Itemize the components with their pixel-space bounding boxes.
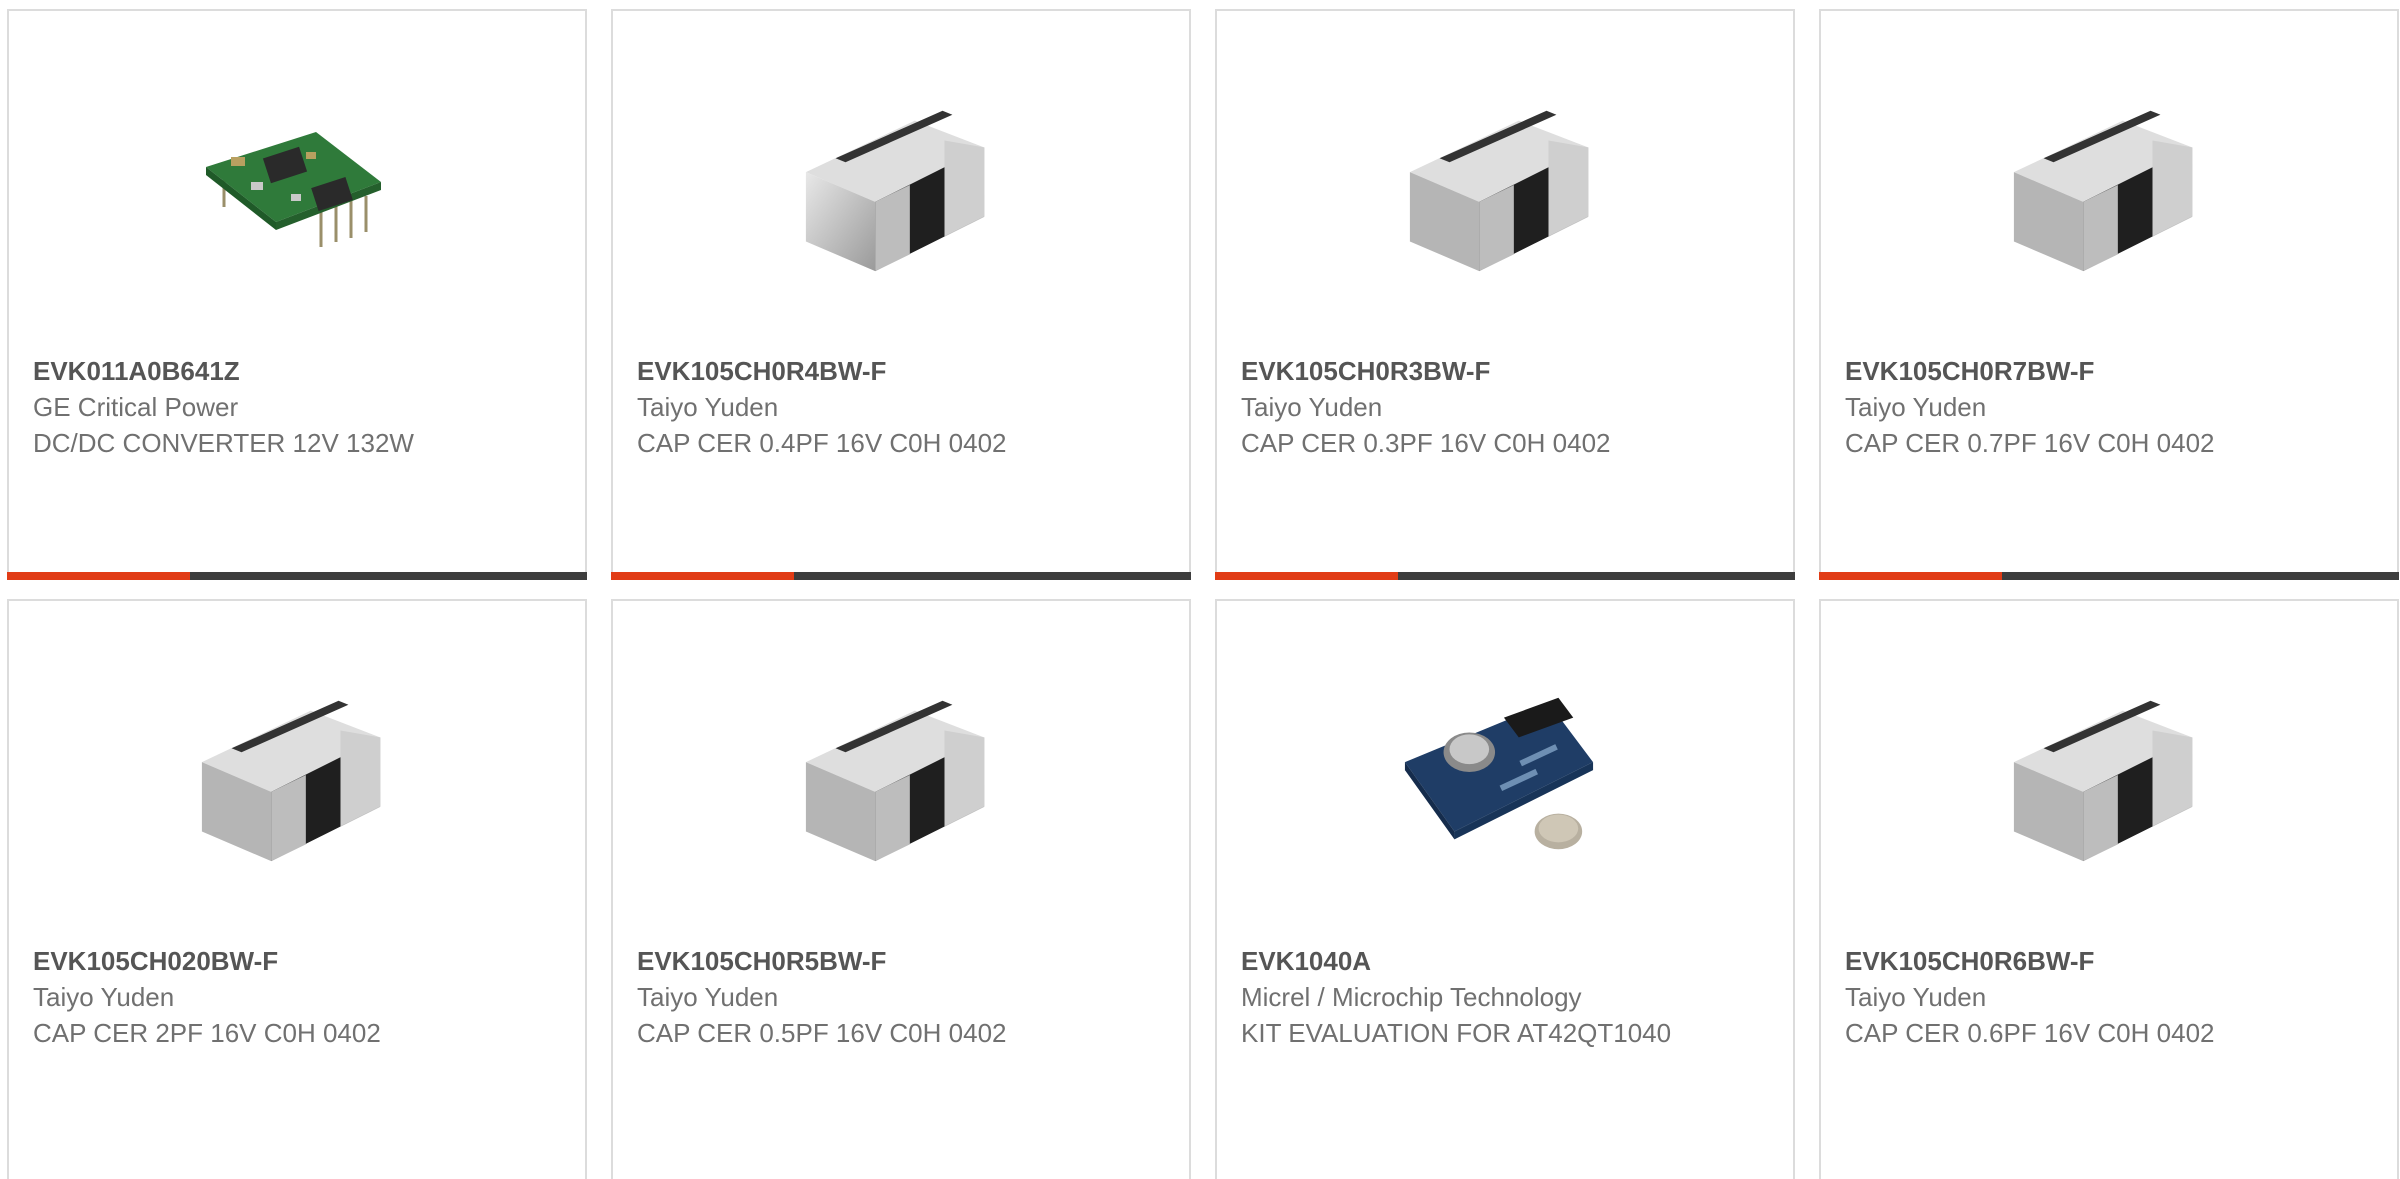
- part-number-link[interactable]: EVK105CH0R4BW-F: [637, 353, 1165, 389]
- product-description: CAP CER 0.5PF 16V C0H 0402: [637, 1018, 1007, 1048]
- ceramic-capacitor-image[interactable]: [796, 89, 994, 285]
- card-accent-bar: [1215, 572, 1795, 580]
- manufacturer-name: Taiyo Yuden: [1241, 392, 1383, 422]
- part-number-link[interactable]: EVK105CH020BW-F: [33, 943, 561, 979]
- ceramic-capacitor-image[interactable]: [1400, 89, 1598, 285]
- part-number-link[interactable]: EVK1040A: [1241, 943, 1769, 979]
- product-card[interactable]: EVK105CH0R5BW-F Taiyo Yuden CAP CER 0.5P…: [611, 599, 1191, 1179]
- manufacturer-name: Taiyo Yuden: [1845, 982, 1987, 1012]
- product-info: EVK105CH0R3BW-F Taiyo Yuden CAP CER 0.3P…: [1241, 353, 1769, 461]
- card-accent-bar: [611, 572, 1191, 580]
- product-info: EVK105CH0R5BW-F Taiyo Yuden CAP CER 0.5P…: [637, 943, 1165, 1051]
- product-description: DC/DC CONVERTER 12V 132W: [33, 428, 414, 458]
- product-info: EVK105CH020BW-F Taiyo Yuden CAP CER 2PF …: [33, 943, 561, 1051]
- product-info: EVK1040A Micrel / Microchip Technology K…: [1241, 943, 1769, 1051]
- ceramic-capacitor-image[interactable]: [2004, 679, 2202, 875]
- ceramic-capacitor-image[interactable]: [192, 679, 390, 875]
- product-card[interactable]: EVK105CH020BW-F Taiyo Yuden CAP CER 2PF …: [7, 599, 587, 1179]
- ceramic-capacitor-image[interactable]: [796, 679, 994, 875]
- product-description: CAP CER 0.4PF 16V C0H 0402: [637, 428, 1007, 458]
- part-number-link[interactable]: EVK105CH0R3BW-F: [1241, 353, 1769, 389]
- product-info: EVK011A0B641Z GE Critical Power DC/DC CO…: [33, 353, 561, 461]
- manufacturer-name: Taiyo Yuden: [33, 982, 175, 1012]
- dc-dc-module-image[interactable]: [192, 89, 390, 285]
- part-number-link[interactable]: EVK105CH0R7BW-F: [1845, 353, 2373, 389]
- product-card[interactable]: EVK105CH0R7BW-F Taiyo Yuden CAP CER 0.7P…: [1819, 9, 2399, 580]
- card-accent-bar: [1819, 572, 2399, 580]
- product-description: CAP CER 2PF 16V C0H 0402: [33, 1018, 381, 1048]
- product-description: CAP CER 0.3PF 16V C0H 0402: [1241, 428, 1611, 458]
- product-description: CAP CER 0.7PF 16V C0H 0402: [1845, 428, 2215, 458]
- part-number-link[interactable]: EVK105CH0R5BW-F: [637, 943, 1165, 979]
- card-accent-bar: [7, 572, 587, 580]
- manufacturer-name: Micrel / Microchip Technology: [1241, 982, 1582, 1012]
- part-number-link[interactable]: EVK105CH0R6BW-F: [1845, 943, 2373, 979]
- product-card[interactable]: EVK011A0B641Z GE Critical Power DC/DC CO…: [7, 9, 587, 580]
- product-card[interactable]: EVK105CH0R4BW-F Taiyo Yuden CAP CER 0.4P…: [611, 9, 1191, 580]
- manufacturer-name: Taiyo Yuden: [637, 982, 779, 1012]
- part-number-link[interactable]: EVK011A0B641Z: [33, 353, 561, 389]
- product-info: EVK105CH0R7BW-F Taiyo Yuden CAP CER 0.7P…: [1845, 353, 2373, 461]
- manufacturer-name: Taiyo Yuden: [1845, 392, 1987, 422]
- manufacturer-name: GE Critical Power: [33, 392, 239, 422]
- product-card[interactable]: EVK1040A Micrel / Microchip Technology K…: [1215, 599, 1795, 1179]
- evaluation-board-image[interactable]: [1400, 679, 1598, 875]
- manufacturer-name: Taiyo Yuden: [637, 392, 779, 422]
- product-description: KIT EVALUATION FOR AT42QT1040: [1241, 1018, 1672, 1048]
- ceramic-capacitor-image[interactable]: [2004, 89, 2202, 285]
- product-grid: EVK011A0B641Z GE Critical Power DC/DC CO…: [0, 0, 2400, 1179]
- product-card[interactable]: EVK105CH0R3BW-F Taiyo Yuden CAP CER 0.3P…: [1215, 9, 1795, 580]
- product-info: EVK105CH0R6BW-F Taiyo Yuden CAP CER 0.6P…: [1845, 943, 2373, 1051]
- product-description: CAP CER 0.6PF 16V C0H 0402: [1845, 1018, 2215, 1048]
- product-card[interactable]: EVK105CH0R6BW-F Taiyo Yuden CAP CER 0.6P…: [1819, 599, 2399, 1179]
- product-info: EVK105CH0R4BW-F Taiyo Yuden CAP CER 0.4P…: [637, 353, 1165, 461]
